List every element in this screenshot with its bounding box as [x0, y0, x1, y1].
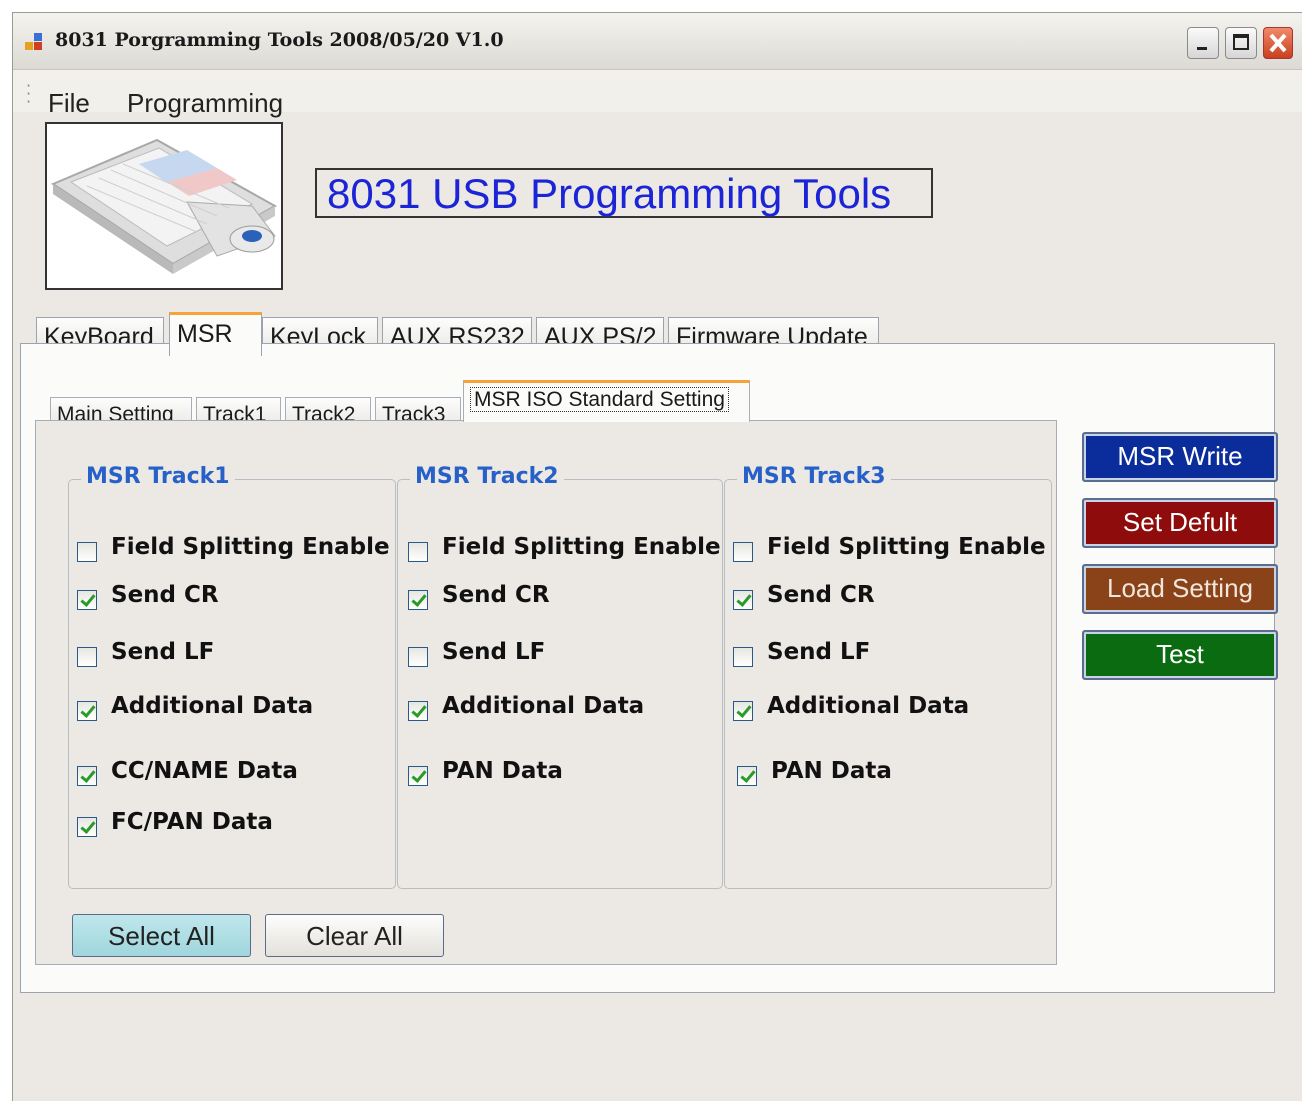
checkbox-box[interactable]: [733, 701, 753, 721]
checkbox-box[interactable]: [733, 647, 753, 667]
checkbox-box[interactable]: [408, 647, 428, 667]
track3-group-title: MSR Track3: [737, 464, 891, 489]
checkbox-label: Additional Data: [767, 693, 970, 719]
checkbox-label: PAN Data: [771, 758, 892, 784]
tab-msr-iso-standard-setting-label: MSR ISO Standard Setting: [470, 387, 729, 412]
checkbox-label: Send LF: [442, 639, 546, 665]
checkbox-label: Additional Data: [111, 693, 314, 719]
checkbox-label: Field Splitting Enable: [442, 534, 721, 560]
checkbox-label: Send LF: [767, 639, 871, 665]
device-image: [45, 122, 283, 290]
maximize-button[interactable]: [1225, 27, 1257, 59]
close-button[interactable]: [1263, 27, 1293, 59]
checkbox-label: PAN Data: [442, 758, 563, 784]
menu-grip-icon: · · ·: [26, 76, 32, 111]
checkbox-box[interactable]: [77, 647, 97, 667]
checkbox-box[interactable]: [408, 701, 428, 721]
checkbox-box[interactable]: [77, 590, 97, 610]
menu-bar: · · · File Programming: [13, 70, 1302, 118]
checkbox-box[interactable]: [733, 542, 753, 562]
window-title: 8031 Porgramming Tools 2008/05/20 V1.0: [55, 29, 504, 51]
tab-msr-iso-standard-setting[interactable]: MSR ISO Standard Setting: [463, 380, 750, 422]
title-bar: 8031 Porgramming Tools 2008/05/20 V1.0: [13, 13, 1302, 70]
app-icon: [25, 33, 45, 51]
minimize-icon: [1197, 47, 1207, 50]
minimize-button[interactable]: [1187, 27, 1219, 59]
checkbox-label: Field Splitting Enable: [111, 534, 390, 560]
app-heading-text: 8031 USB Programming Tools: [327, 170, 892, 217]
close-icon: [1269, 33, 1287, 53]
test-button[interactable]: Test: [1082, 630, 1278, 680]
checkbox-label: Additional Data: [442, 693, 645, 719]
checkbox-box[interactable]: [77, 542, 97, 562]
checkbox-box[interactable]: [408, 542, 428, 562]
select-all-button[interactable]: Select All: [72, 914, 251, 957]
tab-msr[interactable]: MSR: [169, 312, 262, 356]
checkbox-box[interactable]: [77, 766, 97, 786]
checkbox-label: CC/NAME Data: [111, 758, 298, 784]
track1-group-title: MSR Track1: [81, 464, 235, 489]
checkbox-label: Send LF: [111, 639, 215, 665]
set-default-button[interactable]: Set Defult: [1082, 498, 1278, 548]
maximize-icon: [1233, 34, 1249, 50]
checkbox-label: FC/PAN Data: [111, 809, 273, 835]
checkbox-box[interactable]: [737, 766, 757, 786]
checkbox-label: Field Splitting Enable: [767, 534, 1046, 560]
load-setting-button[interactable]: Load Setting: [1082, 564, 1278, 614]
checkbox-box[interactable]: [77, 817, 97, 837]
checkbox-box[interactable]: [733, 590, 753, 610]
menu-file[interactable]: File: [48, 88, 90, 119]
clear-all-button[interactable]: Clear All: [265, 914, 444, 957]
menu-programming[interactable]: Programming: [127, 88, 283, 119]
checkbox-box[interactable]: [77, 701, 97, 721]
checkbox-box[interactable]: [408, 766, 428, 786]
keyboard-icon: [47, 124, 281, 288]
checkbox-box[interactable]: [408, 590, 428, 610]
msr-write-button[interactable]: MSR Write: [1082, 432, 1278, 482]
track2-group-title: MSR Track2: [410, 464, 564, 489]
app-heading: 8031 USB Programming Tools: [315, 168, 933, 218]
checkbox-label: Send CR: [111, 582, 219, 608]
checkbox-label: Send CR: [442, 582, 550, 608]
checkbox-label: Send CR: [767, 582, 875, 608]
